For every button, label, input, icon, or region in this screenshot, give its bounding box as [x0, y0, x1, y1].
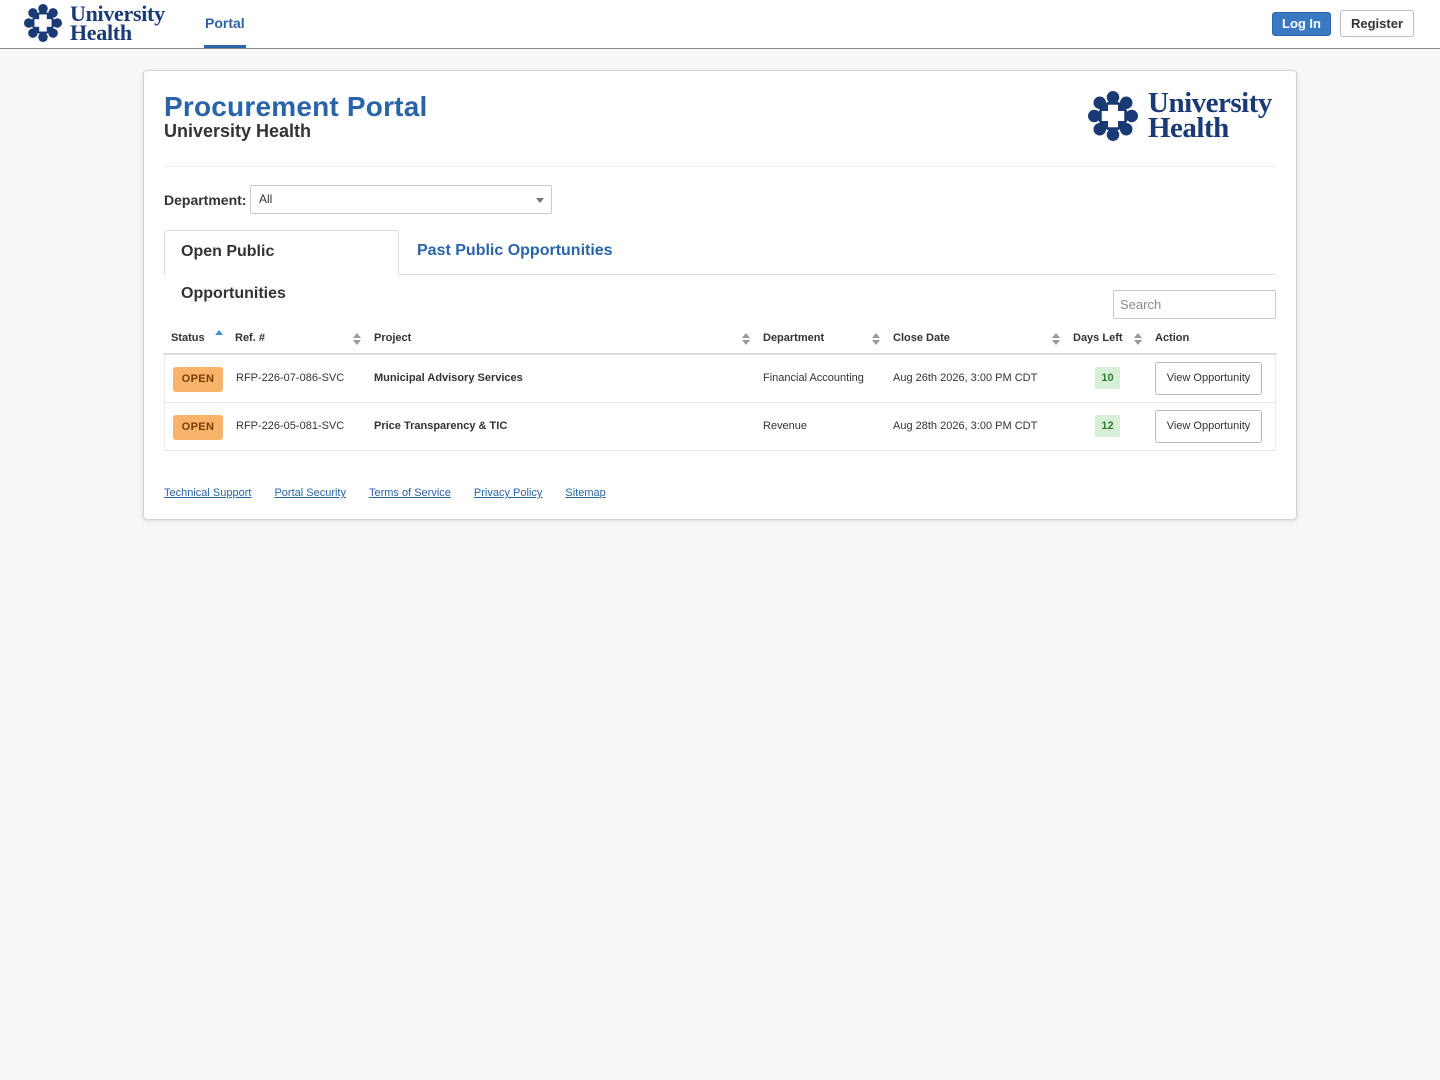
star-flower-logo-icon — [1088, 91, 1138, 141]
status-badge: OPEN — [173, 367, 223, 392]
register-button[interactable]: Register — [1340, 10, 1414, 37]
ref-number: RFP-226-05-081-SVC — [236, 420, 345, 432]
column-header-department[interactable]: Department — [763, 332, 824, 344]
close-date: Aug 26th 2026, 3:00 PM CDT — [893, 372, 1038, 384]
opportunities-table: Status Ref. # Project Department Close D… — [164, 324, 1276, 451]
opportunity-tabs: Open Public Opportunities Past Public Op… — [164, 230, 1276, 302]
days-left-badge: 12 — [1095, 415, 1120, 437]
project-name: Price Transparency & TIC — [374, 420, 508, 432]
department-select[interactable]: All — [250, 185, 552, 214]
title-divider — [164, 166, 1276, 167]
table-header: Status Ref. # Project Department Close D… — [164, 324, 1276, 355]
procurement-card: Procurement Portal University Health Uni… — [143, 70, 1297, 520]
footer-link-privacy-policy[interactable]: Privacy Policy — [474, 487, 542, 499]
card-logo-line-2: Health — [1148, 112, 1229, 144]
table-row: OPEN RFP-226-07-086-SVC Municipal Adviso… — [164, 355, 1276, 403]
column-header-close-date[interactable]: Close Date — [893, 332, 950, 344]
page-title: Procurement Portal — [164, 91, 428, 122]
column-header-days-left[interactable]: Days Left — [1073, 332, 1123, 344]
footer-link-terms-of-service[interactable]: Terms of Service — [369, 487, 451, 499]
column-header-ref[interactable]: Ref. # — [235, 332, 265, 344]
view-opportunity-button[interactable]: View Opportunity — [1155, 410, 1262, 443]
nav-tab-portal[interactable]: Portal — [204, 0, 246, 48]
project-name: Municipal Advisory Services — [374, 372, 523, 384]
sort-icon[interactable] — [1052, 333, 1060, 347]
status-badge: OPEN — [173, 415, 223, 440]
column-header-status[interactable]: Status — [171, 332, 205, 344]
caret-down-icon — [536, 198, 544, 203]
brand-logo[interactable]: University Health — [24, 3, 165, 44]
top-navigation: University Health Portal Log In Register — [0, 0, 1440, 49]
days-left-badge: 10 — [1095, 367, 1120, 389]
tab-past-public-opportunities[interactable]: Past Public Opportunities — [401, 230, 629, 275]
tab-open-public-opportunities[interactable]: Open Public Opportunities — [164, 230, 399, 302]
department-select-value: All — [259, 192, 273, 206]
view-opportunity-button[interactable]: View Opportunity — [1155, 362, 1262, 395]
close-date: Aug 28th 2026, 3:00 PM CDT — [893, 420, 1038, 432]
footer-link-portal-security[interactable]: Portal Security — [274, 487, 346, 499]
column-header-project[interactable]: Project — [374, 332, 411, 344]
department-name: Financial Accounting — [763, 372, 864, 384]
card-logo-text: University Health — [1148, 89, 1272, 144]
search-input[interactable] — [1113, 290, 1276, 319]
column-header-action: Action — [1155, 332, 1190, 344]
sort-icon[interactable] — [742, 333, 750, 347]
star-flower-logo-icon — [24, 4, 62, 42]
department-label: Department: — [164, 192, 247, 208]
footer-link-technical-support[interactable]: Technical Support — [164, 487, 251, 499]
login-button[interactable]: Log In — [1272, 12, 1331, 36]
sort-icon[interactable] — [1134, 333, 1142, 347]
sort-ascending-icon[interactable] — [215, 330, 223, 344]
footer-link-sitemap[interactable]: Sitemap — [565, 487, 605, 499]
table-row: OPEN RFP-226-05-081-SVC Price Transparen… — [164, 403, 1276, 451]
page-subtitle: University Health — [164, 121, 312, 141]
brand-logo-text: University Health — [70, 3, 165, 44]
ref-number: RFP-226-07-086-SVC — [236, 372, 345, 384]
footer-links: Technical Support Portal Security Terms … — [164, 487, 629, 499]
department-name: Revenue — [763, 420, 808, 432]
card-logo: University Health — [1088, 89, 1272, 144]
sort-icon[interactable] — [353, 333, 361, 347]
sort-icon[interactable] — [872, 333, 880, 347]
